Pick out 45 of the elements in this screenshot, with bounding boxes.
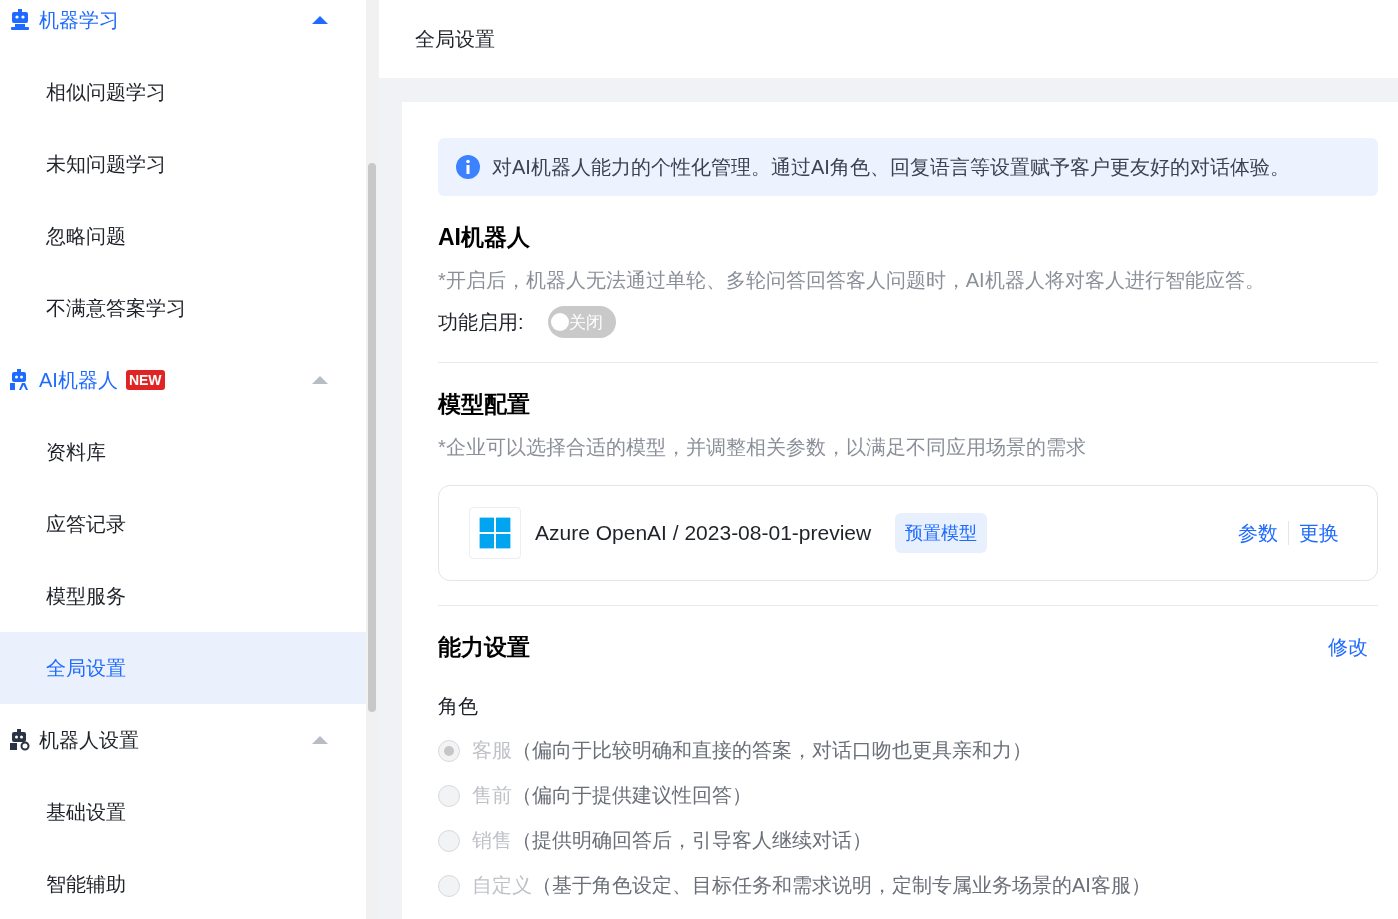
sidebar-item[interactable]: 忽略问题 — [0, 200, 366, 272]
role-name: 销售 — [472, 828, 512, 853]
toggle-label: 功能启用: — [438, 309, 524, 335]
windows-logo-icon — [469, 507, 521, 559]
role-name: 售前 — [472, 783, 512, 808]
group-label: 机器学习 — [39, 7, 119, 33]
sidebar-item[interactable]: 未知问题学习 — [0, 128, 366, 200]
sidebar-item[interactable]: 相似问题学习 — [0, 56, 366, 128]
section-title: AI机器人 — [438, 223, 531, 252]
group-label: 机器人设置 — [39, 727, 139, 753]
section-description: *企业可以选择合适的模型，并调整相关参数，以满足不同应用场景的需求 — [438, 435, 1087, 460]
info-icon — [456, 155, 480, 179]
role-description: （基于角色设定、目标任务和需求说明，定制专属业务场景的AI客服） — [532, 873, 1151, 898]
scrollbar[interactable] — [366, 0, 378, 919]
group-label: AI机器人 — [39, 367, 118, 393]
robot-icon — [9, 729, 31, 751]
info-text: 对AI机器人能力的个性化管理。通过AI角色、回复语言等设置赋予客户更友好的对话体验。 — [492, 154, 1290, 180]
sidebar-item[interactable]: 智能辅助 — [0, 848, 366, 919]
preset-tag: 预置模型 — [895, 513, 988, 553]
role-description: （偏向于比较明确和直接的答案，对话口吻也更具亲和力） — [512, 738, 1032, 763]
model-link[interactable]: 更换 — [1299, 519, 1339, 547]
sidebar-item[interactable]: 资料库 — [0, 416, 366, 488]
sidebar-item[interactable]: 基础设置 — [0, 776, 366, 848]
sidebar-item[interactable]: 应答记录 — [0, 488, 366, 560]
sidebar-item[interactable]: 模型服务 — [0, 560, 366, 632]
page-title: 全局设置 — [379, 0, 1398, 78]
section-title: 模型配置 — [438, 390, 531, 419]
role-name: 自定义 — [472, 873, 532, 898]
edit-link[interactable]: 修改 — [1328, 634, 1368, 661]
robot-icon — [9, 369, 31, 391]
model-name: Azure OpenAI / 2023-08-01-preview — [535, 521, 872, 545]
section-description: *开启后，机器人无法通过单轮、多轮问答回答客人问题时，AI机器人将对客人进行智能应答。 — [438, 268, 1266, 293]
role-name: 客服 — [472, 738, 512, 763]
section-title: 能力设置 — [438, 633, 530, 662]
sidebar-group[interactable]: AI机器人 NEW — [0, 344, 366, 416]
model-link[interactable]: 参数 — [1238, 519, 1278, 547]
sidebar-item[interactable]: 不满意答案学习 — [0, 272, 366, 344]
new-badge: NEW — [125, 370, 165, 390]
sidebar-group[interactable]: 机器学习 — [0, 0, 366, 56]
sidebar-item[interactable]: 全局设置 — [0, 632, 366, 704]
robot-icon — [9, 9, 31, 31]
role-description: （偏向于提供建议性回答） — [512, 783, 752, 808]
role-label: 角色 — [438, 694, 479, 719]
role-description: （提供明确回答后，引导客人继续对话） — [512, 828, 872, 853]
sidebar-group[interactable]: 机器人设置 — [0, 704, 366, 776]
